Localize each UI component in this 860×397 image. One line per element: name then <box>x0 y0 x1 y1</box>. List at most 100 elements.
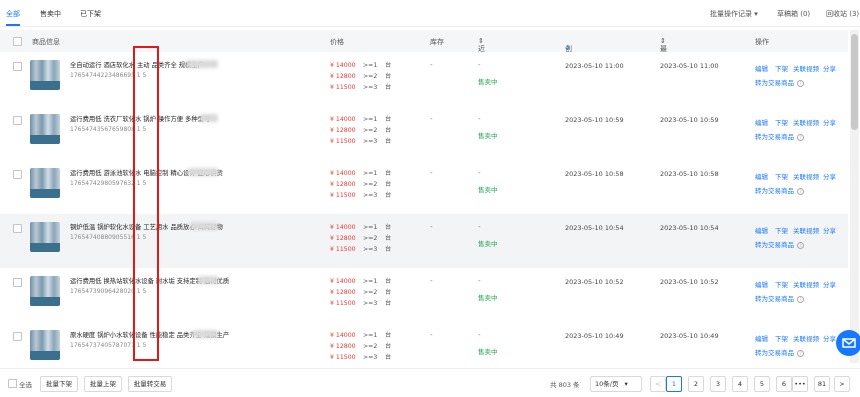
convert-to-trade-link[interactable]: 转为交易商品? <box>755 77 804 87</box>
tab-all[interactable]: 全部 <box>6 9 20 19</box>
help-icon: ? <box>797 187 804 195</box>
price-tier: ¥ 12800 >=2 台 <box>330 127 392 134</box>
share-link[interactable]: 分享 <box>823 171 836 181</box>
share-link[interactable]: 分享 <box>823 117 836 127</box>
page-size-select[interactable]: 10条/页 ▾ <box>590 376 642 392</box>
delist-link[interactable]: 下架 <box>775 225 788 235</box>
share-link[interactable]: 分享 <box>823 333 836 343</box>
table-row[interactable]: 原水硬度 锅炉小水软化设备 性能稳定 品类齐全 规模生产 17654737405… <box>0 322 848 369</box>
edit-link[interactable]: 编辑 <box>755 117 768 127</box>
batch-convert-button[interactable]: 批量转交易 <box>128 376 172 392</box>
help-icon: ? <box>797 295 804 303</box>
link-video-link[interactable]: 关联视频 <box>793 279 819 289</box>
updated-time: 2023-05-10 10:54 <box>660 224 719 232</box>
col-updated[interactable]: 最新操作时间 ⇕ <box>660 37 667 103</box>
draft-box-link[interactable]: 草稿箱 (0) <box>777 9 810 19</box>
table-row[interactable]: 运行费用低 换热站软化水设备 耐水垢 支持定制 选材优质 17654739096… <box>0 268 848 323</box>
link-video-link[interactable]: 关联视频 <box>793 333 819 343</box>
edit-link[interactable]: 编辑 <box>755 225 768 235</box>
delist-link[interactable]: 下架 <box>775 63 788 73</box>
redacted-text <box>190 222 218 230</box>
next-page-button[interactable]: > <box>834 376 850 392</box>
link-video-link[interactable]: 关联视频 <box>793 117 819 127</box>
link-video-link[interactable]: 关联视频 <box>793 171 819 181</box>
price-tier: ¥ 14000 >=1 台 <box>330 116 392 123</box>
footer-select-all-checkbox[interactable] <box>8 379 17 388</box>
tab-on-sale[interactable]: 售卖中 <box>40 9 61 19</box>
edit-link[interactable]: 编辑 <box>755 63 768 73</box>
created-time: 2023-05-10 10:54 <box>565 224 624 232</box>
page-button[interactable]: 6 <box>776 376 792 392</box>
delist-link[interactable]: 下架 <box>775 279 788 289</box>
row-checkbox[interactable] <box>13 170 22 179</box>
link-video-link[interactable]: 关联视频 <box>793 225 819 235</box>
exposure-value: - <box>478 223 481 231</box>
product-thumbnail[interactable] <box>30 222 60 252</box>
redacted-text <box>186 60 218 68</box>
price-tier: ¥ 14000 >=1 台 <box>330 332 392 339</box>
convert-to-trade-link[interactable]: 转为交易商品? <box>755 131 804 141</box>
col-stock: 库存 <box>430 38 444 46</box>
col-price: 价格 <box>330 38 344 46</box>
delist-link[interactable]: 下架 <box>775 171 788 181</box>
status-badge: 售卖中 <box>478 294 498 302</box>
delist-link[interactable]: 下架 <box>775 333 788 343</box>
scrollbar-thumb[interactable] <box>851 34 858 130</box>
row-checkbox[interactable] <box>13 278 22 287</box>
table-row[interactable]: 运行费用低 游泳池软化水 电脑控制 精心设计 匠心供货 176547429805… <box>0 160 848 215</box>
table-row[interactable]: 全自动运行 酒店软化水 主动 品类齐全 规模生产 176547442234866… <box>0 52 848 107</box>
share-link[interactable]: 分享 <box>823 279 836 289</box>
page-button[interactable]: 2 <box>688 376 704 392</box>
redacted-text <box>188 168 218 176</box>
redacted-text <box>200 114 218 122</box>
row-checkbox[interactable] <box>13 332 22 341</box>
page-ellipsis[interactable]: ••• <box>792 376 808 392</box>
recycle-bin-link[interactable]: 回收站 (3) <box>826 9 859 19</box>
convert-to-trade-link[interactable]: 转为交易商品? <box>755 185 804 195</box>
product-thumbnail[interactable] <box>30 114 60 144</box>
table-row[interactable]: 钢炉低温 锅炉软化水设备 工艺用水 品质放心 口碑好物 176547408809… <box>0 214 848 269</box>
message-float-button[interactable] <box>836 330 860 356</box>
edit-link[interactable]: 编辑 <box>755 333 768 343</box>
row-checkbox[interactable] <box>13 62 22 71</box>
batch-record-link[interactable]: 批量操作记录 ▾ <box>710 9 758 19</box>
product-thumbnail[interactable] <box>30 276 60 306</box>
product-thumbnail[interactable] <box>30 168 60 198</box>
delist-link[interactable]: 下架 <box>775 117 788 127</box>
exposure-value: - <box>478 115 481 123</box>
tab-bar: 全部 售卖中 已下架 批量操作记录 ▾ 草稿箱 (0) 回收站 (3) <box>0 0 860 27</box>
product-thumbnail[interactable] <box>30 330 60 360</box>
header-select-all-checkbox[interactable] <box>13 37 22 46</box>
price-tier: ¥ 14000 >=1 台 <box>330 224 392 231</box>
link-video-link[interactable]: 关联视频 <box>793 63 819 73</box>
convert-to-trade-link[interactable]: 转为交易商品? <box>755 293 804 303</box>
stock-value: - <box>430 169 433 177</box>
page-button[interactable]: 5 <box>754 376 770 392</box>
page-button[interactable]: 3 <box>710 376 726 392</box>
edit-link[interactable]: 编辑 <box>755 279 768 289</box>
page-button[interactable]: 1 <box>666 376 682 392</box>
page-button[interactable]: 81 <box>814 376 830 392</box>
row-checkbox[interactable] <box>13 224 22 233</box>
batch-delist-button[interactable]: 批量下架 <box>40 376 78 392</box>
edit-link[interactable]: 编辑 <box>755 171 768 181</box>
convert-to-trade-link[interactable]: 转为交易商品? <box>755 239 804 249</box>
col-product: 商品信息 <box>32 38 60 46</box>
price-tier: ¥ 14000 >=1 台 <box>330 278 392 285</box>
updated-time: 2023-05-10 10:59 <box>660 116 719 124</box>
stock-value: - <box>430 115 433 123</box>
col-exposure[interactable]: 近30日曝光 ⇕ <box>478 37 487 91</box>
exposure-value: - <box>478 331 481 339</box>
page-button[interactable]: 4 <box>732 376 748 392</box>
created-time: 2023-05-10 10:49 <box>565 332 624 340</box>
batch-list-button[interactable]: 批量上架 <box>84 376 122 392</box>
tab-delisted[interactable]: 已下架 <box>80 9 101 19</box>
convert-to-trade-link[interactable]: 转为交易商品? <box>755 347 804 357</box>
share-link[interactable]: 分享 <box>823 63 836 73</box>
prev-page-button[interactable]: < <box>650 376 666 392</box>
price-tier: ¥ 11500 >=3 台 <box>330 84 392 91</box>
row-checkbox[interactable] <box>13 116 22 125</box>
table-row[interactable]: 运行费用低 洗衣厂软化水 锅炉 操作方便 多种型号 17654743567659… <box>0 106 848 161</box>
product-thumbnail[interactable] <box>30 60 60 90</box>
share-link[interactable]: 分享 <box>823 225 836 235</box>
